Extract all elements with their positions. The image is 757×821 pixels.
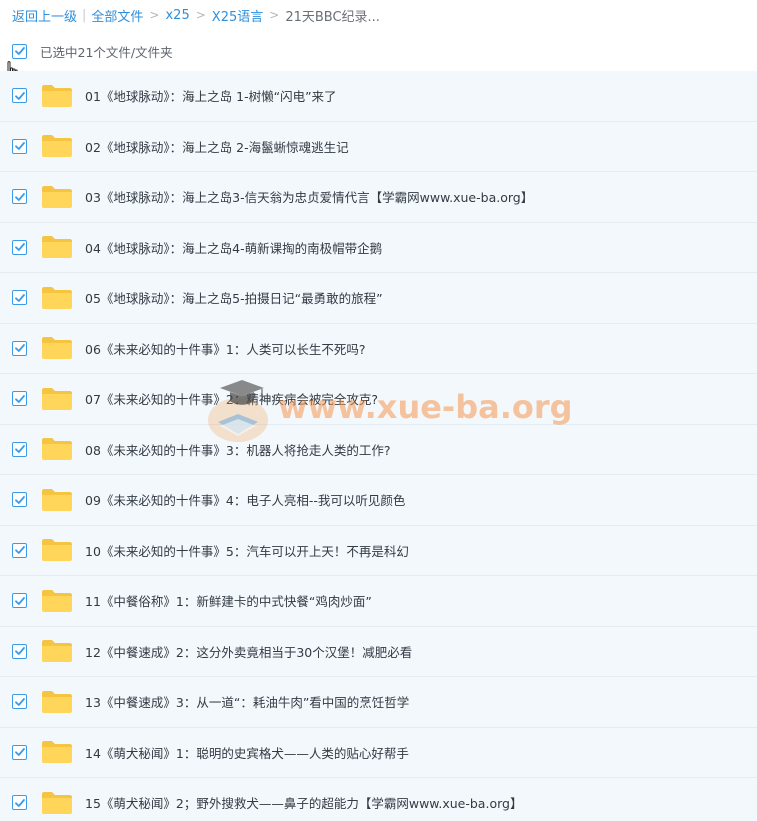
check-icon [14,47,25,55]
file-checkbox[interactable] [12,441,27,457]
check-icon [14,142,25,151]
breadcrumb: 返回上一级 | 全部文件 > x25 > X25语言 > 21天BBC纪录... [12,5,380,25]
file-checkbox[interactable] [12,391,27,407]
folder-icon [42,640,72,663]
file-name[interactable]: 12《中餐速成》2：这分外卖竟相当于30个汉堡！减肥必看 [85,642,412,661]
file-checkbox[interactable] [12,643,27,659]
file-checkbox[interactable] [12,593,27,609]
file-row[interactable]: 05《地球脉动》：海上之岛5-拍摄日记“最勇敢的旅程” [0,273,757,324]
file-checkbox[interactable] [12,542,27,558]
file-name[interactable]: 08《未来必知的十件事》3：机器人将抢走人类的工作? [85,440,391,459]
folder-icon [42,791,72,814]
file-name[interactable]: 06《未来必知的十件事》1：人类可以长生不死吗? [85,339,366,358]
check-icon [14,495,25,504]
folder-icon [42,589,72,612]
file-name[interactable]: 03《地球脉动》：海上之岛3-信天翁为忠贞爱情代言【学霸网www.xue-ba.… [85,187,533,206]
select-all-row: 已选中21个文件/文件夹 [12,42,173,60]
check-icon [14,596,25,605]
file-row[interactable]: 12《中餐速成》2：这分外卖竟相当于30个汉堡！减肥必看 [0,626,757,677]
file-name[interactable]: 10《未来必知的十件事》5：汽车可以开上天！不再是科幻 [85,541,409,560]
check-icon [14,697,25,706]
folder-icon [42,387,72,410]
breadcrumb-folder-x25-language[interactable]: X25语言 [212,6,263,25]
file-row[interactable]: 07《未来必知的十件事》2：精神疾病会被完全攻克? [0,374,757,425]
file-checkbox[interactable] [12,340,27,356]
breadcrumb-folder-x25[interactable]: x25 [165,8,189,23]
check-icon [14,445,25,454]
check-icon [14,243,25,252]
folder-icon [42,185,72,208]
file-name[interactable]: 05《地球脉动》：海上之岛5-拍摄日记“最勇敢的旅程” [85,288,383,307]
check-icon [14,91,25,100]
file-row[interactable]: 09《未来必知的十件事》4：电子人亮相--我可以听见颜色 [0,475,757,526]
file-row[interactable]: 08《未来必知的十件事》3：机器人将抢走人类的工作? [0,424,757,475]
file-checkbox[interactable] [12,138,27,154]
file-name[interactable]: 02《地球脉动》：海上之岛 2-海鬣蜥惊魂逃生记 [85,137,349,156]
check-icon [14,192,25,201]
select-all-checkbox[interactable] [12,43,27,59]
check-icon [14,647,25,656]
file-checkbox[interactable] [12,795,27,811]
selection-count-label: 已选中21个文件/文件夹 [40,44,173,60]
file-name[interactable]: 01《地球脉动》：海上之岛 1-树懒“闪电”来了 [85,86,337,105]
file-row[interactable]: 15《萌犬秘闻》2；野外搜救犬——鼻子的超能力【学霸网www.xue-ba.or… [0,778,757,821]
file-checkbox[interactable] [12,744,27,760]
check-icon [14,798,25,807]
folder-icon [42,741,72,764]
file-checkbox[interactable] [12,290,27,306]
file-row[interactable]: 11《中餐俗称》1：新鲜建卡的中式快餐“鸡肉炒面” [0,576,757,627]
check-icon [14,394,25,403]
check-icon [14,293,25,302]
folder-icon [42,690,72,713]
file-row[interactable]: 04《地球脉动》：海上之岛4-萌新课掏的南极帽带企鹅 [0,222,757,273]
folder-icon [42,236,72,259]
file-row[interactable]: 14《萌犬秘闻》1：聪明的史宾格犬——人类的贴心好帮手 [0,727,757,778]
file-name[interactable]: 04《地球脉动》：海上之岛4-萌新课掏的南极帽带企鹅 [85,238,382,257]
file-row[interactable]: 03《地球脉动》：海上之岛3-信天翁为忠贞爱情代言【学霸网www.xue-ba.… [0,172,757,223]
file-name[interactable]: 13《中餐速成》3：从一道“：耗油牛肉”看中国的烹饪哲学 [85,692,409,711]
file-checkbox[interactable] [12,88,27,104]
file-checkbox[interactable] [12,492,27,508]
folder-icon [42,286,72,309]
folder-icon [42,337,72,360]
breadcrumb-separator-icon: > [269,8,280,22]
breadcrumb-separator-icon: > [195,8,206,22]
folder-icon [42,135,72,158]
folder-icon [42,488,72,511]
file-row[interactable]: 13《中餐速成》3：从一道“：耗油牛肉”看中国的烹饪哲学 [0,677,757,728]
file-name[interactable]: 14《萌犬秘闻》1：聪明的史宾格犬——人类的贴心好帮手 [85,743,409,762]
file-name[interactable]: 11《中餐俗称》1：新鲜建卡的中式快餐“鸡肉炒面” [85,591,372,610]
breadcrumb-separator-icon: > [149,8,160,22]
file-row[interactable]: 01《地球脉动》：海上之岛 1-树懒“闪电”来了 [0,71,757,122]
file-row[interactable]: 02《地球脉动》：海上之岛 2-海鬣蜥惊魂逃生记 [0,121,757,172]
check-icon [14,344,25,353]
check-icon [14,546,25,555]
file-browser: 返回上一级 | 全部文件 > x25 > X25语言 > 21天BBC纪录...… [0,0,757,821]
file-checkbox[interactable] [12,239,27,255]
breadcrumb-current: 21天BBC纪录... [285,9,380,25]
file-row[interactable]: 06《未来必知的十件事》1：人类可以长生不死吗? [0,323,757,374]
file-name[interactable]: 07《未来必知的十件事》2：精神疾病会被完全攻克? [85,389,378,408]
file-list: 01《地球脉动》：海上之岛 1-树懒“闪电”来了 02《地球脉动》：海上之岛 2-… [0,71,757,821]
folder-icon [42,539,72,562]
folder-icon [42,438,72,461]
check-icon [14,748,25,757]
file-row[interactable]: 10《未来必知的十件事》5：汽车可以开上天！不再是科幻 [0,525,757,576]
file-name[interactable]: 09《未来必知的十件事》4：电子人亮相--我可以听见颜色 [85,490,405,509]
file-name[interactable]: 15《萌犬秘闻》2；野外搜救犬——鼻子的超能力【学霸网www.xue-ba.or… [85,793,522,812]
back-link[interactable]: 返回上一级 [12,6,77,25]
breadcrumb-all-files[interactable]: 全部文件 [91,6,143,25]
file-checkbox[interactable] [12,694,27,710]
folder-icon [42,84,72,107]
breadcrumb-divider: | [82,7,87,23]
file-checkbox[interactable] [12,189,27,205]
